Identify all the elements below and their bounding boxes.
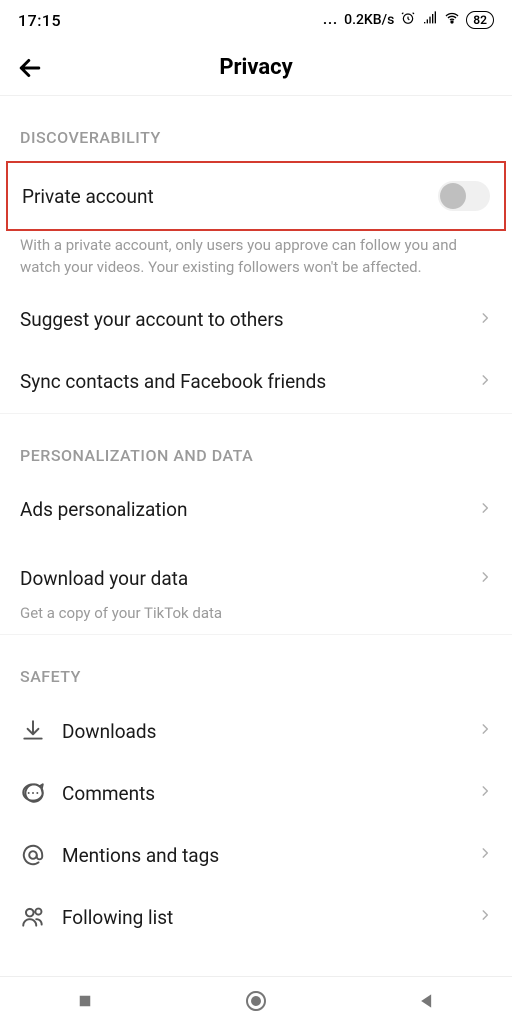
toggle-private-account[interactable] [438, 181, 490, 211]
label-downloads: Downloads [62, 720, 462, 743]
at-sign-icon [20, 842, 46, 868]
section-header-safety: SAFETY [0, 635, 512, 700]
wifi-icon [444, 10, 460, 30]
arrow-left-icon [15, 53, 45, 83]
chevron-right-icon [478, 307, 492, 333]
row-download-data[interactable]: Download your data [0, 541, 512, 603]
row-following-list[interactable]: Following list [0, 886, 512, 948]
label-download-data: Download your data [20, 567, 462, 590]
status-right: ... 0.2KB/s 82 [323, 10, 494, 30]
label-ads-personalization: Ads personalization [20, 498, 462, 521]
alarm-icon [400, 10, 416, 30]
recent-apps-button[interactable] [69, 985, 101, 1017]
chevron-right-icon [478, 369, 492, 395]
status-net-speed: 0.2KB/s [344, 12, 394, 28]
label-mentions: Mentions and tags [62, 844, 462, 867]
page-header: Privacy [0, 40, 512, 96]
label-suggest-account: Suggest your account to others [20, 308, 462, 331]
row-private-account[interactable]: Private account [8, 163, 504, 229]
signal-icon [422, 10, 438, 30]
label-following-list: Following list [62, 906, 462, 929]
settings-content: DISCOVERABILITY Private account With a p… [0, 96, 512, 948]
row-sync-contacts[interactable]: Sync contacts and Facebook friends [0, 351, 512, 413]
chevron-right-icon [478, 566, 492, 592]
highlight-private-account: Private account [6, 161, 506, 231]
download-icon [20, 718, 46, 744]
subtext-private-account: With a private account, only users you a… [0, 231, 512, 289]
section-header-discoverability: DISCOVERABILITY [0, 96, 512, 161]
users-icon [20, 904, 46, 930]
page-title: Privacy [219, 55, 292, 80]
back-system-button[interactable] [411, 985, 443, 1017]
chevron-right-icon [478, 842, 492, 868]
label-comments: Comments [62, 782, 462, 805]
system-nav-bar [0, 976, 512, 1024]
chevron-right-icon [478, 904, 492, 930]
chevron-right-icon [478, 718, 492, 744]
row-downloads[interactable]: Downloads [0, 700, 512, 762]
label-private-account: Private account [22, 185, 422, 208]
section-header-personalization: PERSONALIZATION AND DATA [0, 414, 512, 479]
status-bar: 17:15 ... 0.2KB/s 82 [0, 0, 512, 40]
row-ads-personalization[interactable]: Ads personalization [0, 479, 512, 541]
row-mentions[interactable]: Mentions and tags [0, 824, 512, 886]
comment-icon [20, 780, 46, 806]
label-sync-contacts: Sync contacts and Facebook friends [20, 370, 462, 393]
home-button[interactable] [240, 985, 272, 1017]
row-suggest-account[interactable]: Suggest your account to others [0, 289, 512, 351]
toggle-knob [440, 183, 466, 209]
chevron-right-icon [478, 497, 492, 523]
status-time: 17:15 [18, 11, 61, 30]
battery-indicator: 82 [466, 11, 494, 29]
chevron-right-icon [478, 780, 492, 806]
back-button[interactable] [12, 50, 48, 86]
row-comments[interactable]: Comments [0, 762, 512, 824]
subtext-download-data: Get a copy of your TikTok data [0, 603, 512, 635]
